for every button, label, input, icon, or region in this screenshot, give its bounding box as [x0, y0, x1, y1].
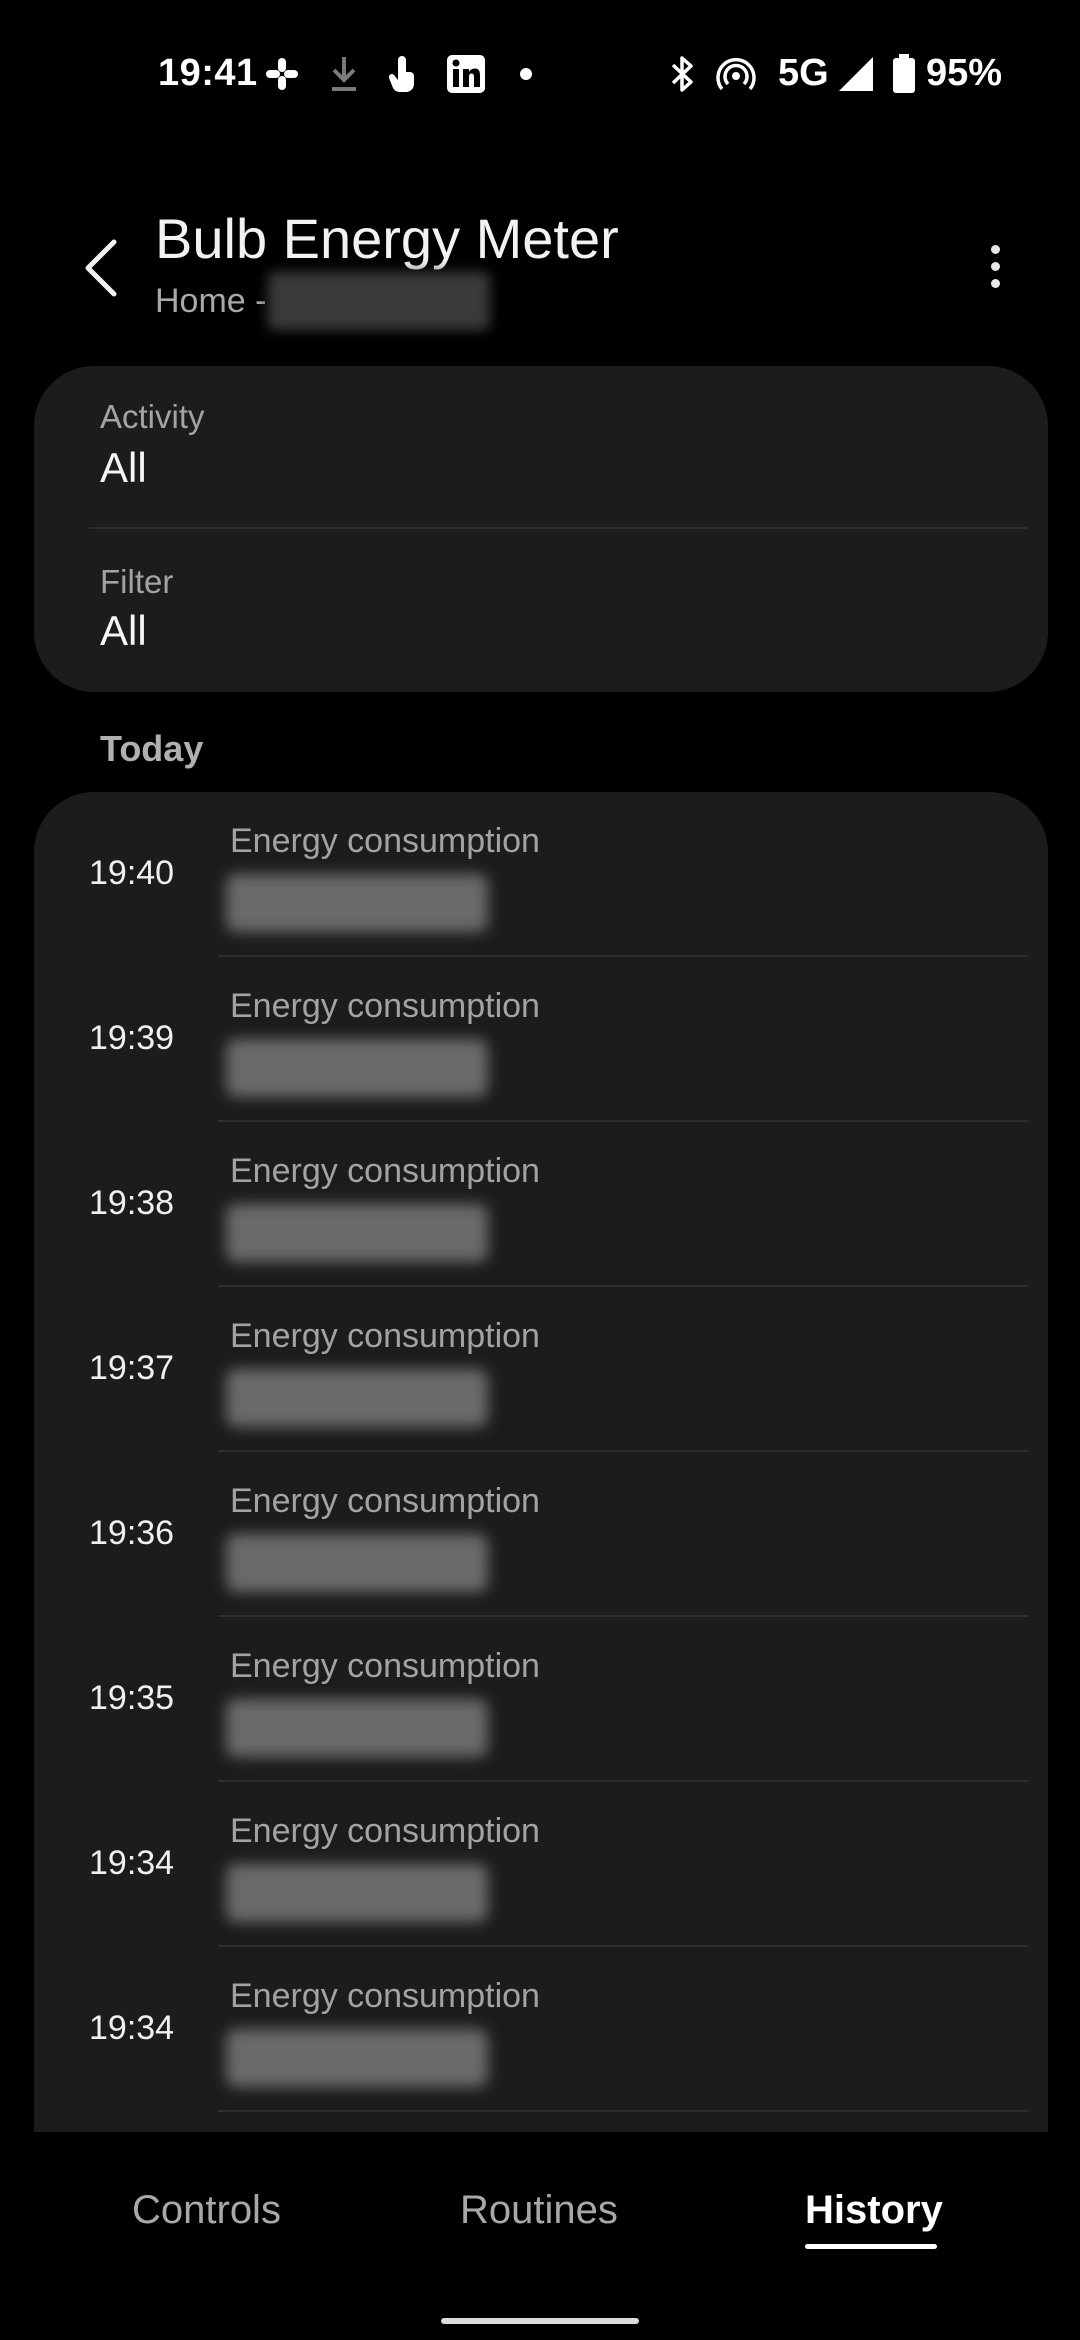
history-label: Energy consumption [230, 1977, 540, 2015]
status-time: 19:41 [158, 52, 258, 94]
history-item[interactable]: 19:34 Energy consumption [34, 1782, 1048, 1947]
more-dot-icon [990, 278, 1000, 288]
history-list: 19:40 Energy consumption 19:39 Energy co… [34, 792, 1048, 2132]
more-dot-icon [990, 244, 1000, 254]
touch-icon [384, 54, 424, 94]
battery-percent: 95% [926, 52, 1003, 94]
history-label: Energy consumption [230, 1317, 540, 1355]
redacted-value [226, 1534, 488, 1592]
history-time: 19:35 [89, 1679, 175, 1717]
history-item[interactable]: 19:34 Energy consumption [34, 1947, 1048, 2112]
slack-icon [262, 54, 302, 94]
battery-icon [884, 54, 924, 94]
network-type: 5G [778, 52, 829, 94]
tab-routines[interactable]: Routines [460, 2188, 618, 2233]
activity-label: Activity [100, 398, 205, 435]
history-item[interactable]: 19:36 Energy consumption [34, 1452, 1048, 1617]
tab-history[interactable]: History [805, 2188, 943, 2233]
history-time: 19:36 [89, 1514, 175, 1552]
redacted-value [226, 874, 488, 932]
activity-selector[interactable]: Activity All [34, 366, 1048, 529]
redacted-value [226, 1699, 488, 1757]
history-time: 19:40 [89, 854, 175, 892]
redacted-value [226, 1039, 488, 1097]
section-header-today: Today [100, 728, 204, 769]
history-time: 19:38 [89, 1184, 175, 1222]
history-label: Energy consumption [230, 1812, 540, 1850]
history-time: 19:37 [89, 1349, 175, 1387]
hotspot-icon [716, 54, 756, 94]
redacted-value [226, 1864, 488, 1922]
history-time: 19:34 [89, 1844, 175, 1882]
home-indicator[interactable] [441, 2318, 639, 2324]
history-time: 19:34 [89, 2009, 175, 2047]
history-label: Energy consumption [230, 987, 540, 1025]
download-icon [324, 54, 364, 94]
history-item[interactable]: 19:39 Energy consumption [34, 957, 1048, 1122]
more-dot-icon [990, 261, 1000, 271]
redacted-value [226, 1204, 488, 1262]
filter-selector[interactable]: Filter All [34, 529, 1048, 692]
active-tab-indicator [805, 2244, 937, 2249]
bluetooth-icon [662, 54, 702, 94]
history-label: Energy consumption [230, 1647, 540, 1685]
signal-icon [836, 54, 876, 94]
history-item[interactable]: 19:37 Energy consumption [34, 1287, 1048, 1452]
back-button[interactable] [70, 228, 130, 308]
status-bar: 19:41 5G 95% [0, 0, 1080, 150]
divider [218, 2110, 1028, 2112]
filter-label: Filter [100, 563, 174, 600]
redacted-value [226, 2029, 488, 2087]
back-arrow-icon [85, 239, 117, 297]
dot-icon [506, 54, 546, 94]
history-label: Energy consumption [230, 1152, 540, 1190]
bottom-navigation: Controls Routines History [0, 2132, 1080, 2340]
history-label: Energy consumption [230, 1482, 540, 1520]
history-item[interactable]: 19:35 Energy consumption [34, 1617, 1048, 1782]
filter-value: All [100, 607, 147, 654]
history-item[interactable]: 19:40 Energy consumption [34, 792, 1048, 957]
page-title: Bulb Energy Meter [155, 207, 619, 270]
filter-card: Activity All Filter All [34, 366, 1048, 692]
redacted-value [226, 1369, 488, 1427]
history-item[interactable]: 19:38 Energy consumption [34, 1122, 1048, 1287]
linkedin-icon [446, 54, 486, 94]
history-time: 19:39 [89, 1019, 175, 1057]
tab-controls[interactable]: Controls [132, 2188, 281, 2233]
location-subtitle: Home - [155, 282, 267, 320]
history-label: Energy consumption [230, 822, 540, 860]
more-options-button[interactable] [970, 236, 1020, 296]
redacted-room-name [268, 272, 490, 330]
activity-value: All [100, 444, 147, 491]
